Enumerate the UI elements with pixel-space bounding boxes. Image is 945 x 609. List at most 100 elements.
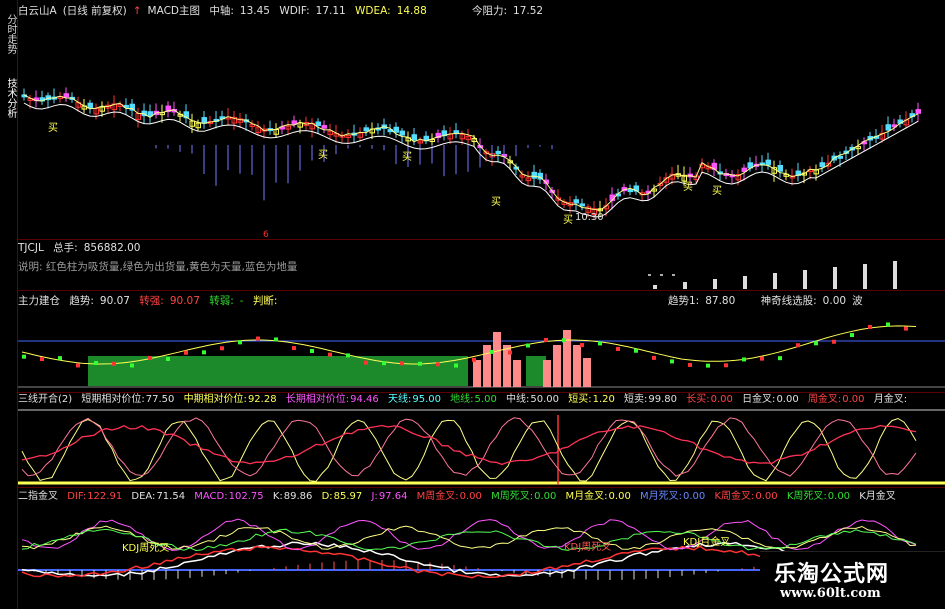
volume-bar bbox=[713, 279, 717, 289]
zhuli-signal-dot bbox=[688, 362, 692, 367]
zhuli-signal-dot bbox=[544, 337, 548, 342]
candle-body bbox=[765, 159, 771, 166]
zhuli-pink-bar bbox=[543, 360, 551, 387]
candle-body bbox=[819, 162, 825, 168]
zhuli-signal-dot bbox=[796, 343, 800, 348]
candle-body bbox=[321, 125, 327, 129]
candle-body bbox=[63, 93, 69, 98]
zhuli-signal-dot bbox=[814, 341, 818, 346]
candle-body bbox=[87, 102, 93, 109]
zhuli-signal-dot bbox=[346, 353, 350, 358]
candle-body bbox=[363, 127, 369, 132]
candle-body bbox=[627, 189, 633, 193]
zhuli-signal-dot bbox=[652, 355, 656, 360]
zhuli-signal-dot bbox=[202, 350, 206, 355]
zhuli-signal-dot bbox=[886, 322, 890, 327]
zhuli-signal-dot bbox=[526, 343, 530, 348]
zhuli-signal-dot bbox=[328, 352, 332, 357]
volume-bar bbox=[683, 282, 687, 289]
zhuli-signal-dot bbox=[508, 350, 512, 355]
candle-body bbox=[495, 150, 501, 155]
zhuli-signal-dot bbox=[706, 363, 710, 368]
zhuli-signal-dot bbox=[166, 356, 170, 361]
zhuli-signal-dot bbox=[760, 356, 764, 361]
candle-body bbox=[411, 134, 417, 141]
watermark-title: 乐淘公式网 bbox=[774, 561, 890, 587]
zhuli-signal-dot bbox=[58, 356, 62, 361]
zhuli-signal-dot bbox=[94, 360, 98, 365]
zhuli-signal-dot bbox=[562, 338, 566, 343]
kdj-monthly-cross-label: KDJ月金叉 bbox=[683, 535, 730, 548]
zhuli-signal-dot bbox=[130, 363, 134, 368]
zhuli-pink-bar bbox=[473, 360, 481, 387]
volume-bars bbox=[648, 261, 897, 289]
zhuli-signal-dot bbox=[598, 341, 602, 346]
candle-body bbox=[885, 124, 891, 131]
zhuli-signal-dot bbox=[742, 357, 746, 362]
watermark-url: www.60lt.com bbox=[780, 586, 881, 601]
zhuli-signal-dot bbox=[472, 357, 476, 362]
buy-signal-label: 买 bbox=[491, 196, 501, 208]
volume-bar bbox=[863, 264, 867, 289]
zhuli-signal-dot bbox=[40, 357, 44, 362]
zhuli-signal-dot bbox=[832, 339, 836, 344]
ma-line bbox=[23, 102, 919, 218]
zhuli-green-zone bbox=[88, 356, 468, 386]
volume-bar bbox=[743, 276, 747, 289]
zhuli-signal-dot bbox=[400, 361, 404, 366]
zhuli-pink-bar bbox=[573, 345, 581, 387]
candle-body bbox=[837, 155, 843, 159]
zhuli-signal-dot bbox=[616, 346, 620, 351]
zhuli-signal-dot bbox=[22, 354, 26, 359]
zhuli-signal-dot bbox=[184, 350, 188, 355]
buy-signal-label: 买 bbox=[683, 181, 693, 193]
zhuli-signal-dot bbox=[436, 362, 440, 367]
zhuli-signal-dot bbox=[274, 337, 278, 342]
tab-technical-analysis[interactable]: 技术分析 bbox=[1, 68, 16, 128]
sanxian-lines bbox=[18, 409, 945, 485]
volume-bar bbox=[648, 274, 651, 276]
zhuli-signal-dot bbox=[148, 355, 152, 360]
candle-body bbox=[201, 117, 207, 124]
zhuli-signal-dot bbox=[238, 340, 242, 345]
tab-intraday[interactable]: 分时走势 bbox=[1, 6, 16, 62]
zhuli-signal-dot bbox=[220, 346, 224, 351]
zhuli-signal-dot bbox=[850, 333, 854, 338]
zhuli-signal-dot bbox=[112, 361, 116, 366]
zhuli-signal-dot bbox=[454, 363, 458, 368]
zhuli-signal-dot bbox=[634, 348, 638, 353]
buy-signal-label: 买 bbox=[563, 214, 573, 226]
zhuli-pink-bar bbox=[583, 358, 591, 387]
buy-signal-label: 买 bbox=[402, 151, 412, 163]
sidebar: 分时走势 技术分析 bbox=[0, 0, 18, 609]
zhuli-signal-dot bbox=[310, 348, 314, 353]
zhuli-signal-dot bbox=[364, 360, 368, 365]
zhuli-signal-dot bbox=[580, 343, 584, 348]
volume-bar bbox=[773, 273, 777, 289]
zhuli-indicator-layer bbox=[18, 322, 945, 388]
chart-canvas[interactable]: 6 买 买 买 买 买 10.30 买 买 KDJ周死叉 KDJ周死叉 KDJ月… bbox=[18, 0, 945, 609]
chart-area[interactable]: 白云山A (日线 前复权) ↑ MACD主图 中轴: 13.45 WDIF: 17.11 … bbox=[18, 0, 945, 609]
volume-bar bbox=[833, 267, 837, 289]
volume-bar bbox=[672, 274, 675, 276]
zhuli-signal-dot bbox=[904, 326, 908, 331]
long-price-line bbox=[21, 424, 917, 466]
volume-bar bbox=[893, 261, 897, 289]
candle-body bbox=[579, 203, 585, 207]
candle-body bbox=[399, 130, 405, 136]
candle-body bbox=[531, 171, 537, 179]
buy-signal-label: 买 bbox=[48, 122, 58, 134]
zhuli-signal-dot bbox=[256, 336, 260, 341]
zhuli-signal-dot bbox=[490, 349, 494, 354]
volume-bar bbox=[803, 270, 807, 289]
buy-signal-label: 买 bbox=[318, 149, 328, 161]
candlestick-layer: 6 bbox=[21, 87, 921, 240]
zhuli-signal-dot bbox=[724, 363, 728, 368]
zhuli-pink-bar bbox=[493, 332, 501, 387]
zhuli-pink-bar bbox=[553, 345, 561, 387]
zhuli-pink-bar bbox=[513, 360, 521, 387]
zhuli-signal-dot bbox=[418, 361, 422, 366]
zhuli-signal-dot bbox=[778, 356, 782, 361]
candle-body bbox=[393, 126, 399, 133]
candle-body bbox=[573, 199, 579, 204]
